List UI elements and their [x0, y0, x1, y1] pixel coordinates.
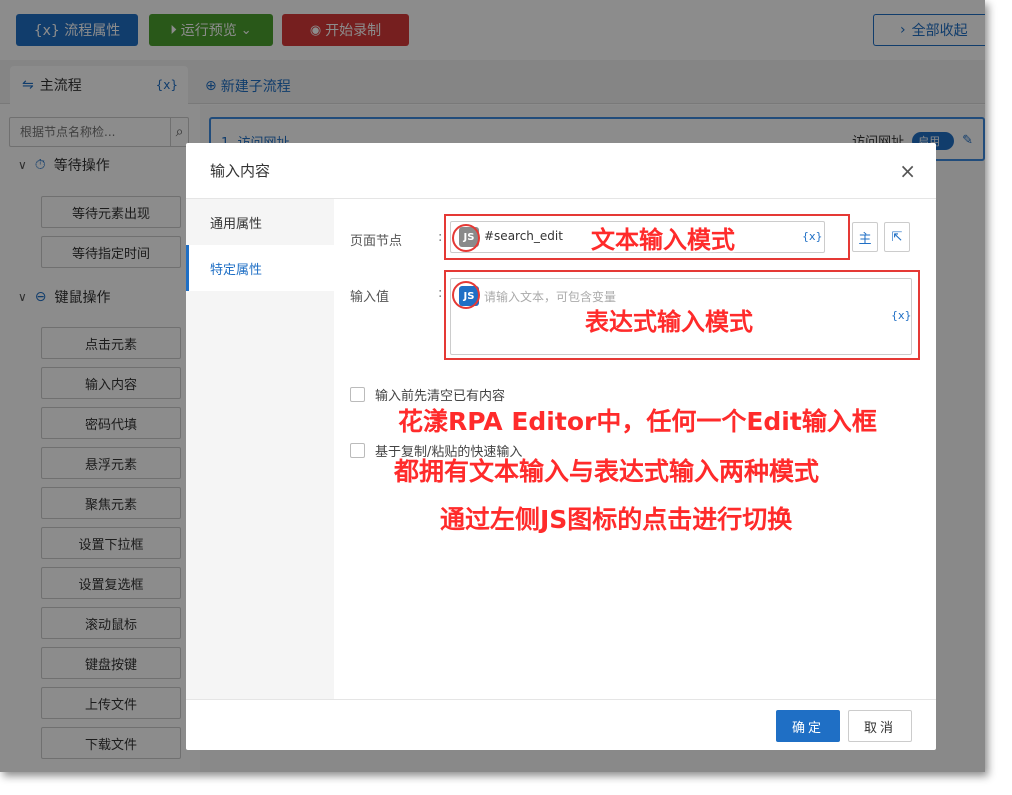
screenshot-frame: {x} 流程属性 ⏵ 运行预览 ⌄ ◉ 开始录制 › 全部收起 ⇋ 主流程 {x… [0, 0, 985, 772]
dialog-footer: 确定 取消 [186, 699, 936, 750]
tab-general-properties[interactable]: 通用属性 [186, 199, 334, 245]
dialog-title: 输入内容 [210, 162, 271, 180]
annotation-line-1: 花漾RPA Editor中，任何一个Edit输入框 [398, 407, 877, 436]
annotation-circle-js-blue [452, 281, 480, 309]
page-node-label: 页面节点 [350, 234, 403, 249]
annotation-expression-mode: 表达式输入模式 [585, 308, 753, 336]
confirm-button[interactable]: 确定 [776, 710, 840, 742]
main-button[interactable]: 主 [852, 222, 878, 252]
cancel-button[interactable]: 取消 [848, 710, 912, 742]
checkbox[interactable] [350, 387, 365, 402]
checkbox[interactable] [350, 443, 365, 458]
colon: : [438, 286, 443, 301]
main-label: 主 [858, 231, 872, 247]
annotation-circle-js-gray [452, 224, 480, 252]
element-picker-icon[interactable]: ⇱ [884, 222, 910, 252]
annotation-text-mode: 文本输入模式 [591, 226, 735, 254]
annotation-line-3: 通过左侧JS图标的点击进行切换 [440, 505, 793, 534]
colon: : [438, 230, 443, 245]
annotation-line-2: 都拥有文本输入与表达式输入两种模式 [394, 457, 820, 486]
input-value-label: 输入值 [350, 290, 390, 305]
tab-specific-properties[interactable]: 特定属性 [186, 245, 334, 291]
dialog-header: 输入内容 × [186, 143, 936, 199]
dialog-nav: 通用属性 特定属性 [186, 199, 334, 699]
close-icon[interactable]: × [899, 159, 916, 183]
